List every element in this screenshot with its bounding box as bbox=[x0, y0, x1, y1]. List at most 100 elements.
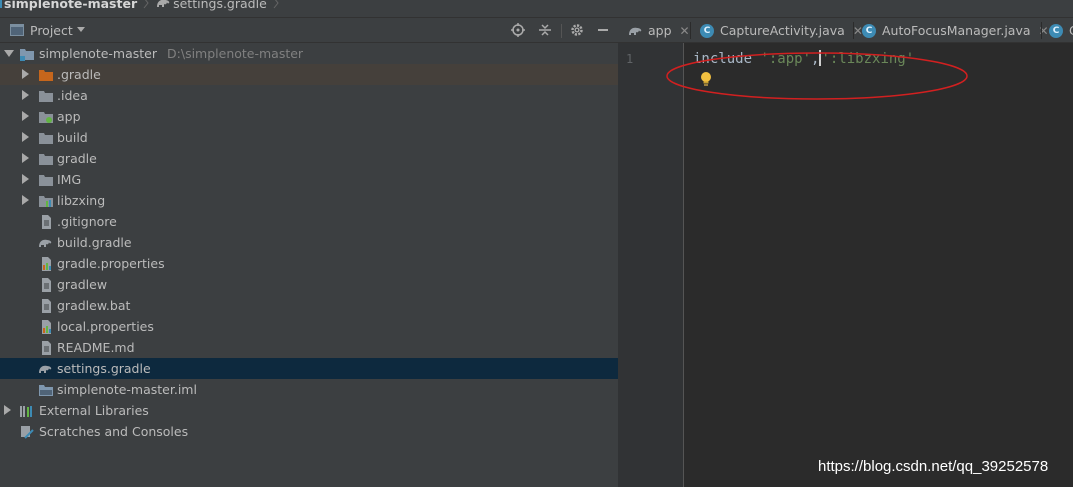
library-folder-icon bbox=[39, 196, 53, 207]
chevron-right-icon bbox=[141, 0, 151, 12]
chevron-right-icon[interactable] bbox=[22, 90, 29, 100]
tab-overflow[interactable]: C C bbox=[1049, 18, 1073, 42]
tab-divider bbox=[853, 22, 854, 39]
file-icon bbox=[42, 278, 51, 292]
code-editor[interactable]: 1 include ':app', ':libzxing' bbox=[618, 43, 1073, 487]
line-number: 1 bbox=[626, 52, 634, 66]
watermark: https://blog.csdn.net/qq_39252578 bbox=[818, 458, 1049, 475]
tree-item-settings-gradle[interactable]: settings.gradle bbox=[0, 358, 618, 379]
tab-divider bbox=[690, 22, 691, 39]
tree-item-label: gradlew bbox=[57, 277, 108, 292]
tree-item-gradle[interactable]: gradle bbox=[0, 148, 618, 169]
tab-divider bbox=[1041, 22, 1042, 39]
breadcrumb-project[interactable]: simplenote-master bbox=[4, 0, 137, 11]
iml-icon bbox=[39, 385, 53, 396]
folder-icon bbox=[39, 175, 53, 186]
tree-item-gradlew[interactable]: gradlew bbox=[0, 274, 618, 295]
tree-item-label: .gradle bbox=[57, 67, 101, 82]
navigation-bar: simplenote-master settings.gradle bbox=[0, 0, 1073, 18]
header-divider bbox=[561, 24, 562, 38]
tree-item-scratches[interactable]: Scratches and Consoles bbox=[0, 421, 618, 442]
tree-item-label: README.md bbox=[57, 340, 135, 355]
scratches-icon bbox=[21, 426, 34, 439]
tree-item-label: settings.gradle bbox=[57, 361, 151, 376]
editor-gutter: 1 bbox=[618, 43, 684, 487]
module-folder-icon bbox=[39, 112, 53, 123]
tree-item-label: build bbox=[57, 130, 88, 145]
properties-icon bbox=[42, 257, 51, 271]
tree-item-label: local.properties bbox=[57, 319, 154, 334]
chevron-down-icon[interactable] bbox=[4, 50, 14, 57]
project-icon bbox=[10, 24, 24, 36]
chevron-right-icon[interactable] bbox=[4, 405, 11, 415]
file-icon bbox=[42, 299, 51, 313]
tree-item-gitignore[interactable]: .gitignore bbox=[0, 211, 618, 232]
tree-item-gradlew-bat[interactable]: gradlew.bat bbox=[0, 295, 618, 316]
tree-item-label: gradlew.bat bbox=[57, 298, 131, 313]
annotation-ellipse bbox=[666, 52, 968, 100]
tab-label: AutoFocusManager.java bbox=[882, 23, 1031, 38]
tree-item-readme[interactable]: README.md bbox=[0, 337, 618, 358]
project-panel-header: Project bbox=[0, 18, 618, 43]
locate-icon[interactable] bbox=[510, 22, 526, 38]
tree-item-label: External Libraries bbox=[39, 403, 149, 418]
java-class-icon: C bbox=[862, 23, 876, 38]
collapse-all-icon[interactable] bbox=[537, 22, 553, 38]
tree-item-iml[interactable]: simplenote-master.iml bbox=[0, 379, 618, 400]
tree-item-root[interactable]: simplenote-master D:\simplenote-master bbox=[0, 43, 618, 64]
project-tool-window: Project simplenote-master D:\simplenote-m… bbox=[0, 18, 618, 487]
tree-item-label: gradle.properties bbox=[57, 256, 165, 271]
editor-tabs: app ✕ C CaptureActivity.java ✕ C AutoFoc… bbox=[618, 18, 1073, 43]
tree-item-idea[interactable]: .idea bbox=[0, 85, 618, 106]
tab-auto-focus-manager[interactable]: C AutoFocusManager.java ✕ bbox=[862, 18, 1049, 42]
gradle-icon bbox=[155, 0, 171, 12]
chevron-right-icon[interactable] bbox=[22, 132, 29, 142]
tree-item-label: Scratches and Consoles bbox=[39, 424, 189, 439]
chevron-down-icon[interactable] bbox=[77, 27, 85, 32]
chevron-right-icon[interactable] bbox=[22, 195, 29, 205]
tree-item-gradle-dir[interactable]: .gradle bbox=[0, 64, 618, 85]
tree-item-img[interactable]: IMG bbox=[0, 169, 618, 190]
chevron-right-icon[interactable] bbox=[22, 111, 29, 121]
tree-item-label: simplenote-master.iml bbox=[57, 382, 197, 397]
tree-item-build[interactable]: build bbox=[0, 127, 618, 148]
tree-item-label: IMG bbox=[57, 172, 82, 187]
breadcrumb-file[interactable]: settings.gradle bbox=[173, 0, 267, 11]
chevron-right-icon[interactable] bbox=[22, 153, 29, 163]
module-folder-icon bbox=[20, 49, 34, 61]
tree-item-label: build.gradle bbox=[57, 235, 132, 250]
tab-app[interactable]: app ✕ bbox=[627, 18, 690, 42]
tree-item-app[interactable]: app bbox=[0, 106, 618, 127]
close-icon[interactable]: ✕ bbox=[680, 24, 690, 38]
tree-item-local-properties[interactable]: local.properties bbox=[0, 316, 618, 337]
folder-icon bbox=[39, 133, 53, 144]
tree-item-external-libraries[interactable]: External Libraries bbox=[0, 400, 618, 421]
tree-item-libzxing[interactable]: libzxing bbox=[0, 190, 618, 211]
tree-item-gradle-properties[interactable]: gradle.properties bbox=[0, 253, 618, 274]
tab-capture-activity[interactable]: C CaptureActivity.java ✕ bbox=[700, 18, 863, 42]
chevron-right-icon[interactable] bbox=[22, 69, 29, 79]
chevron-right-icon bbox=[271, 0, 281, 12]
properties-icon bbox=[42, 320, 51, 334]
gradle-icon bbox=[629, 27, 642, 35]
folder-icon bbox=[39, 91, 53, 102]
project-icon bbox=[0, 0, 2, 12]
folder-orange-icon bbox=[39, 70, 53, 81]
gradle-icon bbox=[39, 365, 52, 373]
tree-item-label: gradle bbox=[57, 151, 97, 166]
file-icon bbox=[42, 215, 51, 229]
library-icon bbox=[20, 406, 32, 417]
project-view-selector[interactable]: Project bbox=[30, 23, 73, 38]
tree-item-build-gradle[interactable]: build.gradle bbox=[0, 232, 618, 253]
gear-icon[interactable] bbox=[569, 22, 585, 38]
tree-item-label: libzxing bbox=[57, 193, 106, 208]
chevron-right-icon[interactable] bbox=[22, 174, 29, 184]
tree-item-label: .idea bbox=[57, 88, 88, 103]
folder-icon bbox=[39, 154, 53, 165]
tree-item-label: simplenote-master D:\simplenote-master bbox=[39, 46, 304, 61]
hide-icon[interactable] bbox=[595, 22, 611, 38]
tree-item-label: .gitignore bbox=[57, 214, 117, 229]
java-class-icon: C bbox=[1049, 23, 1063, 38]
tab-label: CaptureActivity.java bbox=[720, 23, 845, 38]
file-icon bbox=[42, 341, 51, 355]
